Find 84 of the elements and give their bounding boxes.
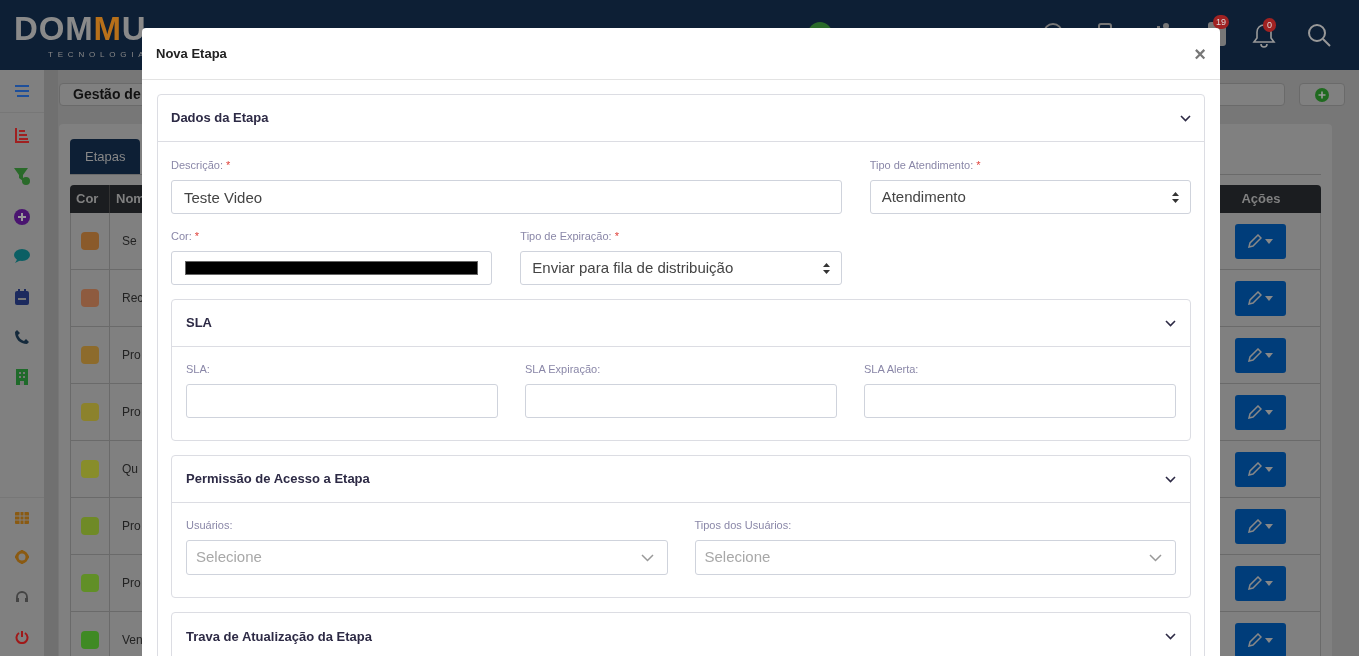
notification-badge: 0: [1263, 18, 1276, 32]
chevron-down-icon: [640, 553, 654, 562]
close-button[interactable]: ×: [1194, 43, 1206, 64]
add-icon: [1315, 87, 1329, 102]
field-label: SLA Expiração:: [525, 362, 602, 376]
pencil-icon: [1248, 519, 1262, 533]
caret-icon: [1265, 352, 1273, 358]
headset-icon[interactable]: [15, 590, 29, 604]
section-title: SLA: [186, 314, 212, 333]
field-label: Tipo de Expiração: *: [520, 229, 620, 243]
caret-icon: [1265, 295, 1273, 301]
edit-button[interactable]: [1235, 223, 1286, 259]
field-label: Tipo de Atendimento: *: [869, 158, 982, 172]
input-field[interactable]: [186, 384, 498, 418]
modal-title: Nova Etapa: [156, 44, 227, 63]
menu-icon[interactable]: [14, 84, 30, 98]
chevron-down-icon: [1149, 553, 1162, 562]
edit-button[interactable]: [1235, 451, 1286, 487]
add-icon[interactable]: [14, 209, 30, 225]
calendar-icon[interactable]: [15, 289, 29, 305]
sort-icon: [822, 262, 830, 274]
caret-icon: [1265, 409, 1273, 415]
edit-button[interactable]: [1235, 394, 1286, 430]
logo: DOMMU: [14, 12, 148, 45]
table-cell-text: Ven: [122, 632, 143, 649]
pencil-icon: [1248, 633, 1262, 647]
edit-button[interactable]: [1235, 565, 1286, 601]
chat-icon[interactable]: [14, 249, 30, 263]
field-label: SLA:: [186, 362, 211, 376]
select-field[interactable]: Enviar para fila de distribuição: [520, 251, 842, 285]
pencil-icon: [1248, 234, 1262, 248]
table-cell-text: Rec: [122, 290, 144, 307]
section-title: Trava de Atualização da Etapa: [186, 627, 372, 646]
select-field[interactable]: Atendimento: [869, 180, 1191, 214]
caret-icon: [1265, 523, 1273, 529]
filter-icon[interactable]: [13, 167, 31, 185]
color-field[interactable]: [171, 251, 493, 285]
tab[interactable]: Etapas: [70, 139, 141, 174]
edit-button[interactable]: [1235, 622, 1286, 656]
field-label: SLA Alerta:: [864, 362, 920, 376]
field-label: Cor: *: [171, 229, 201, 243]
section-title: Permissão de Acesso a Etapa: [186, 470, 370, 489]
chevron-down-icon[interactable]: [1165, 319, 1176, 327]
pencil-icon: [1248, 576, 1262, 590]
caret-icon: [1265, 238, 1273, 244]
page-title: Gestão de: [73, 85, 141, 104]
power-icon[interactable]: [15, 630, 29, 644]
select-field[interactable]: Selecione: [186, 540, 668, 575]
caret-icon: [1265, 637, 1273, 643]
field-label: Tipos dos Usuários:: [694, 518, 793, 532]
table-cell-text: Pro: [122, 404, 141, 421]
chevron-down-icon[interactable]: [1180, 114, 1191, 122]
column-header: Ações: [1241, 190, 1281, 209]
add-button[interactable]: [1299, 83, 1345, 106]
field-label: Usuários:: [186, 518, 234, 532]
table-cell-text: Pro: [122, 347, 141, 364]
table-cell-text: Pro: [122, 575, 141, 592]
table-cell-text: Qu: [122, 461, 138, 478]
table-cell-text: Se: [122, 233, 137, 250]
section-title: Dados da Etapa: [171, 109, 269, 128]
sort-icon: [1172, 191, 1179, 203]
pencil-icon: [1248, 348, 1262, 362]
chevron-down-icon[interactable]: [1165, 475, 1176, 483]
caret-icon: [1265, 466, 1273, 472]
input-field[interactable]: Teste Video: [171, 180, 842, 214]
input-field[interactable]: [864, 384, 1176, 418]
chevron-down-icon[interactable]: [1165, 633, 1176, 640]
pencil-icon: [1248, 405, 1262, 419]
bell-icon[interactable]: [1252, 22, 1276, 48]
pencil-icon: [1248, 291, 1262, 305]
edit-button[interactable]: [1235, 508, 1286, 544]
notification-badge: 19: [1213, 15, 1229, 29]
caret-icon: [1265, 580, 1273, 586]
edit-button[interactable]: [1235, 337, 1286, 373]
chart-icon[interactable]: [14, 127, 30, 143]
input-field[interactable]: [525, 384, 837, 418]
field-label: Descrição: *: [171, 158, 232, 172]
column-header: Cor: [76, 190, 99, 209]
phone-icon[interactable]: [14, 329, 30, 345]
search-icon[interactable]: [1306, 22, 1332, 48]
table-cell-text: Pro: [122, 518, 141, 535]
logo-tagline: TECNOLOGIA: [47, 49, 149, 61]
edit-button[interactable]: [1235, 280, 1286, 316]
pencil-icon: [1248, 462, 1262, 476]
